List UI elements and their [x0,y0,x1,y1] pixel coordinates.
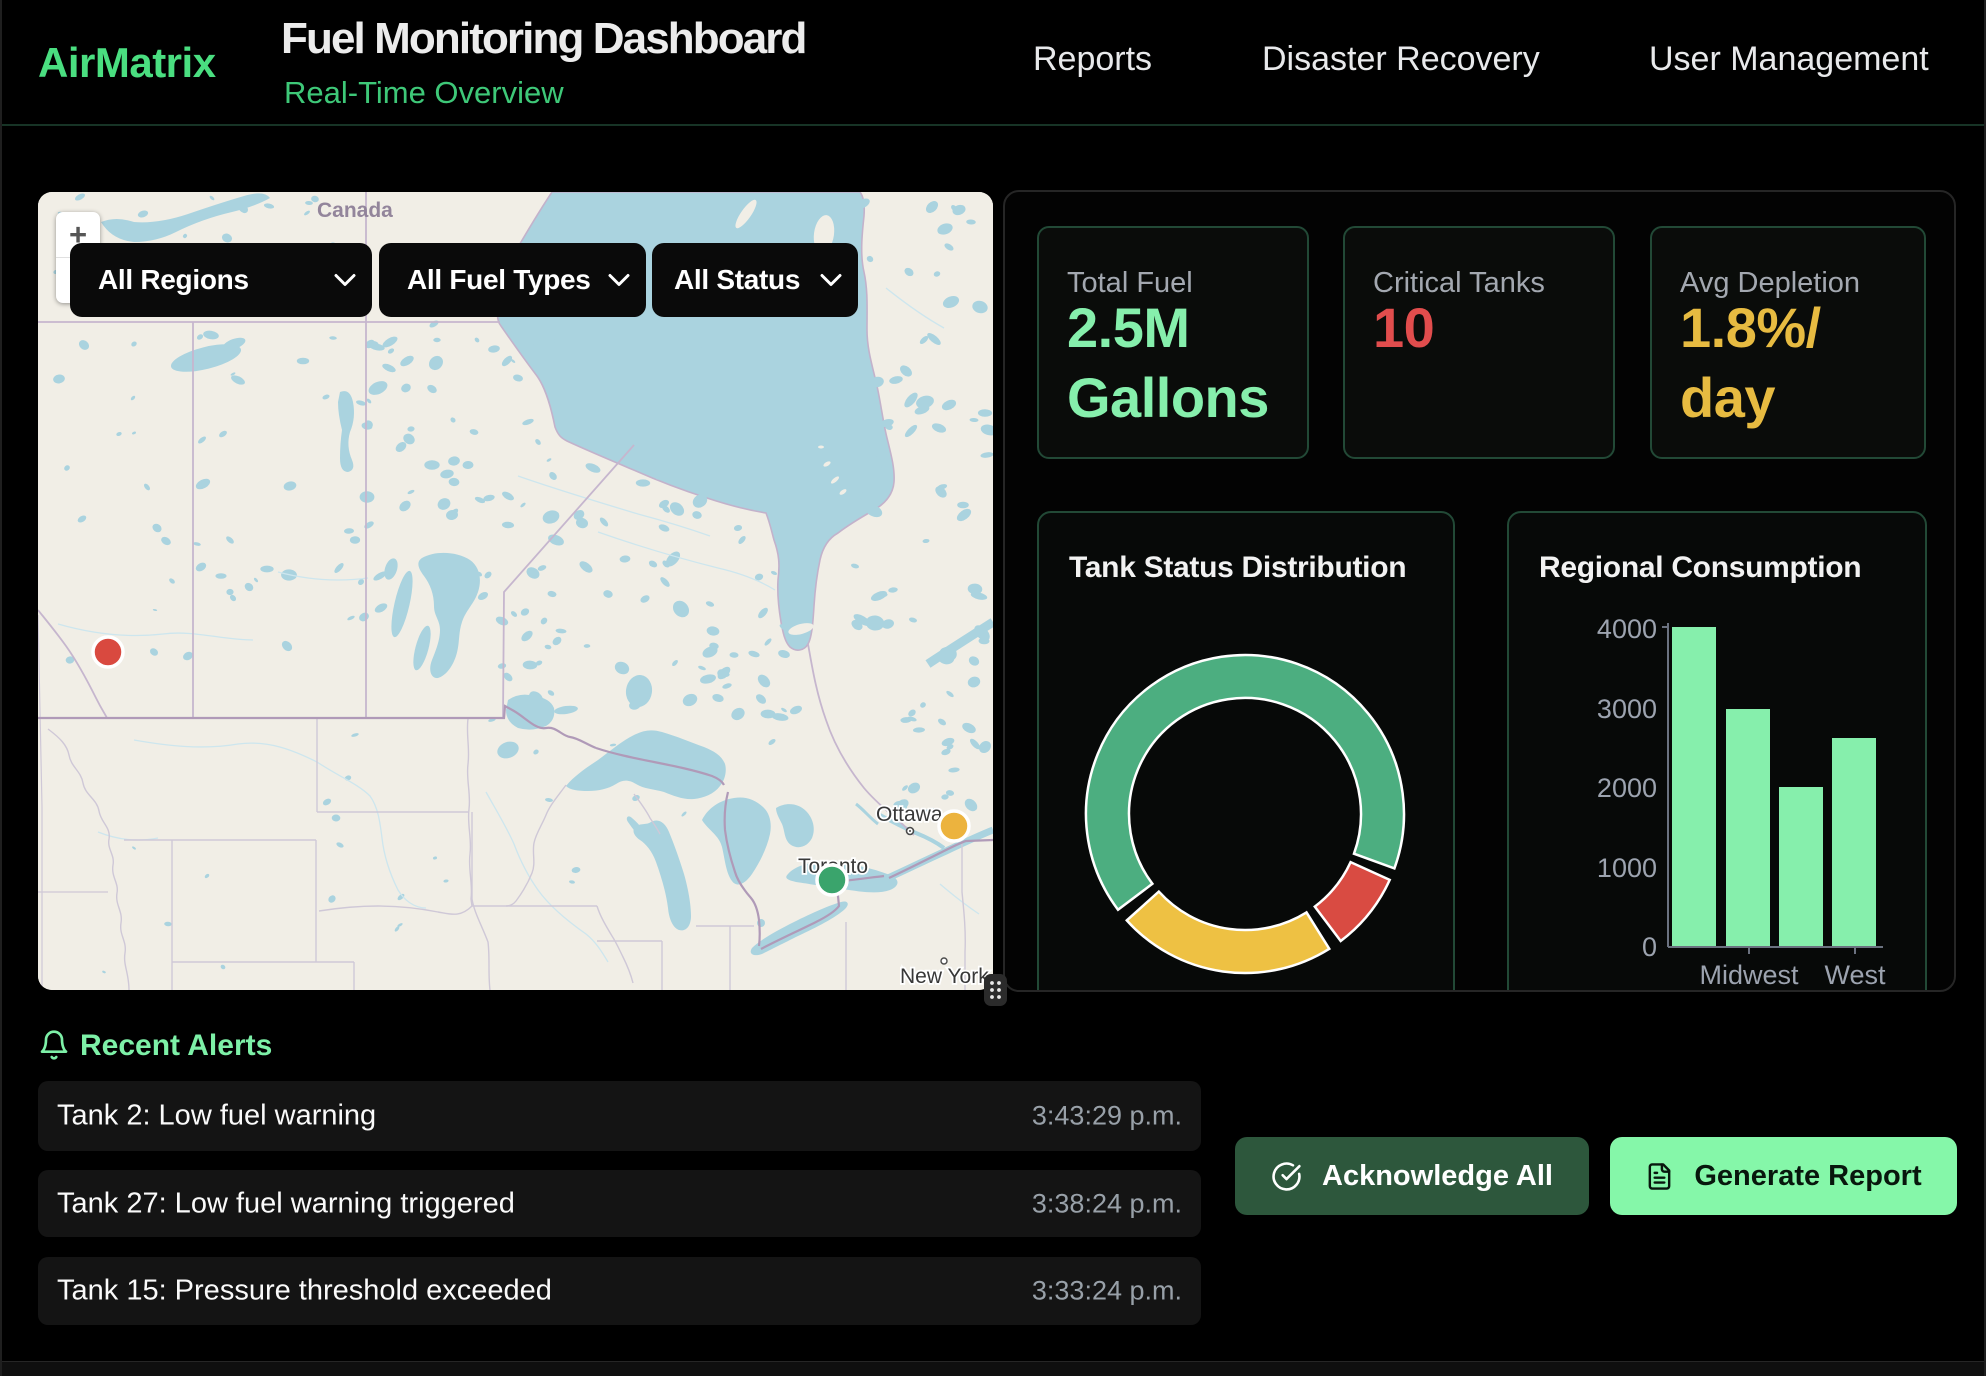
svg-text:0: 0 [1642,932,1657,962]
svg-text:1000: 1000 [1597,853,1657,883]
svg-text:3000: 3000 [1597,694,1657,724]
svg-text:4000: 4000 [1597,614,1657,644]
svg-text:Midwest: Midwest [1699,960,1799,990]
svg-text:West: West [1824,960,1886,990]
svg-text:New York: New York [900,965,989,988]
svg-text:2000: 2000 [1597,773,1657,803]
svg-text:Canada: Canada [317,199,393,222]
svg-text:Ottawa: Ottawa [876,803,943,826]
